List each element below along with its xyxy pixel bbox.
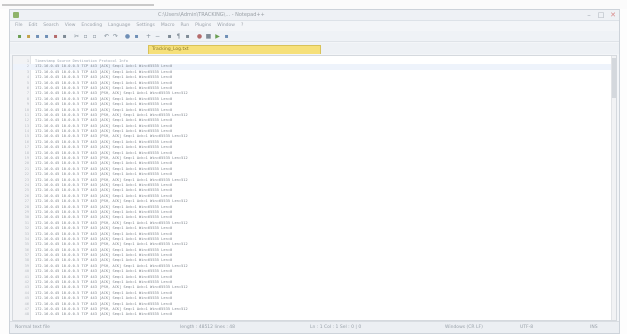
menu-search[interactable]: Search: [43, 22, 58, 30]
scrollbar-thumb[interactable]: [612, 58, 616, 98]
close-button[interactable]: ✕: [609, 11, 617, 20]
menu-macro[interactable]: Macro: [161, 22, 175, 30]
status-file-type: Normal text file: [15, 325, 50, 330]
editor-line[interactable]: 48 172.16.0.45 10.0.0.5 TCP 443 [ACK] Seq…: [13, 312, 616, 317]
menu-run[interactable]: Run: [180, 22, 189, 30]
save-icon[interactable]: ▪: [34, 33, 41, 40]
copy-icon[interactable]: ▫: [82, 33, 89, 40]
text-editor[interactable]: 1 Timestamp Source Destination Protocol I…: [12, 55, 617, 321]
print-icon[interactable]: ▪: [61, 33, 68, 40]
toolbar: ▪ ▪ ▪ ▪ ▪ ▪ ✂ ▫ ▫ ↶ ↷ ● ▪ + − ▪ ¶ ▪ ● ■ …: [10, 31, 619, 42]
menu-bar: File Edit Search View Encoding Language …: [10, 22, 619, 30]
status-eol: Windows (CR LF): [445, 325, 483, 330]
record-icon[interactable]: ●: [196, 33, 203, 40]
status-encoding: UTF-8: [520, 325, 534, 330]
editor-window: C:\Users\Admin\TRACKING\... - Notepad++ …: [9, 9, 620, 334]
open-icon[interactable]: ▪: [25, 33, 32, 40]
zoom-in-icon[interactable]: +: [145, 33, 152, 40]
new-icon[interactable]: ▪: [16, 33, 23, 40]
save-all-icon[interactable]: ▪: [43, 33, 50, 40]
play-icon[interactable]: ▶: [214, 33, 221, 40]
title-bar: C:\Users\Admin\TRACKING\... - Notepad++ …: [10, 10, 619, 21]
window-title: C:\Users\Admin\TRACKING\... - Notepad++: [158, 12, 265, 18]
replace-icon[interactable]: ▪: [133, 33, 140, 40]
status-length: length : 48512 lines : 48: [180, 325, 236, 330]
redo-icon[interactable]: ↷: [112, 33, 119, 40]
stop-icon[interactable]: ■: [205, 33, 212, 40]
menu-encoding[interactable]: Encoding: [81, 22, 102, 30]
paste-icon[interactable]: ▫: [91, 33, 98, 40]
line-text: 172.16.0.45 10.0.0.5 TCP 443 [ACK] Seq=1…: [35, 312, 173, 317]
indent-icon[interactable]: ▪: [184, 33, 191, 40]
slide-divider: [2, 4, 154, 6]
status-bar: Normal text file length : 48512 lines : …: [10, 321, 619, 333]
document-tab-label: Tracking_Log.txt: [152, 47, 189, 52]
sync-icon[interactable]: ▪: [166, 33, 173, 40]
wrap-icon[interactable]: ¶: [175, 33, 182, 40]
minimize-button[interactable]: –: [585, 11, 593, 20]
maximize-button[interactable]: □: [597, 11, 605, 20]
app-icon: [13, 12, 19, 18]
menu-edit[interactable]: Edit: [29, 22, 38, 30]
menu-language[interactable]: Language: [108, 22, 130, 30]
zoom-out-icon[interactable]: −: [154, 33, 161, 40]
tab-bar: Tracking_Log.txt: [10, 43, 619, 54]
undo-icon[interactable]: ↶: [103, 33, 110, 40]
menu-settings[interactable]: Settings: [136, 22, 154, 30]
window-controls: – □ ✕: [585, 11, 617, 20]
close-icon[interactable]: ▪: [52, 33, 59, 40]
line-number: 48: [24, 312, 29, 317]
status-mode: INS: [590, 325, 598, 330]
menu-file[interactable]: File: [15, 22, 23, 30]
menu-window[interactable]: Window: [217, 22, 235, 30]
find-icon[interactable]: ●: [124, 33, 131, 40]
menu-help[interactable]: ?: [241, 22, 243, 30]
save-macro-icon[interactable]: ▪: [223, 33, 230, 40]
vertical-scrollbar[interactable]: [611, 56, 616, 320]
editor-lines: 1 Timestamp Source Destination Protocol I…: [13, 59, 616, 318]
menu-view[interactable]: View: [65, 22, 76, 30]
menu-plugins[interactable]: Plugins: [195, 22, 211, 30]
document-tab[interactable]: Tracking_Log.txt: [148, 45, 321, 54]
status-position: Ln : 1 Col : 1 Sel : 0 | 0: [310, 325, 362, 330]
slide-header: [0, 0, 627, 9]
cut-icon[interactable]: ✂: [73, 33, 80, 40]
